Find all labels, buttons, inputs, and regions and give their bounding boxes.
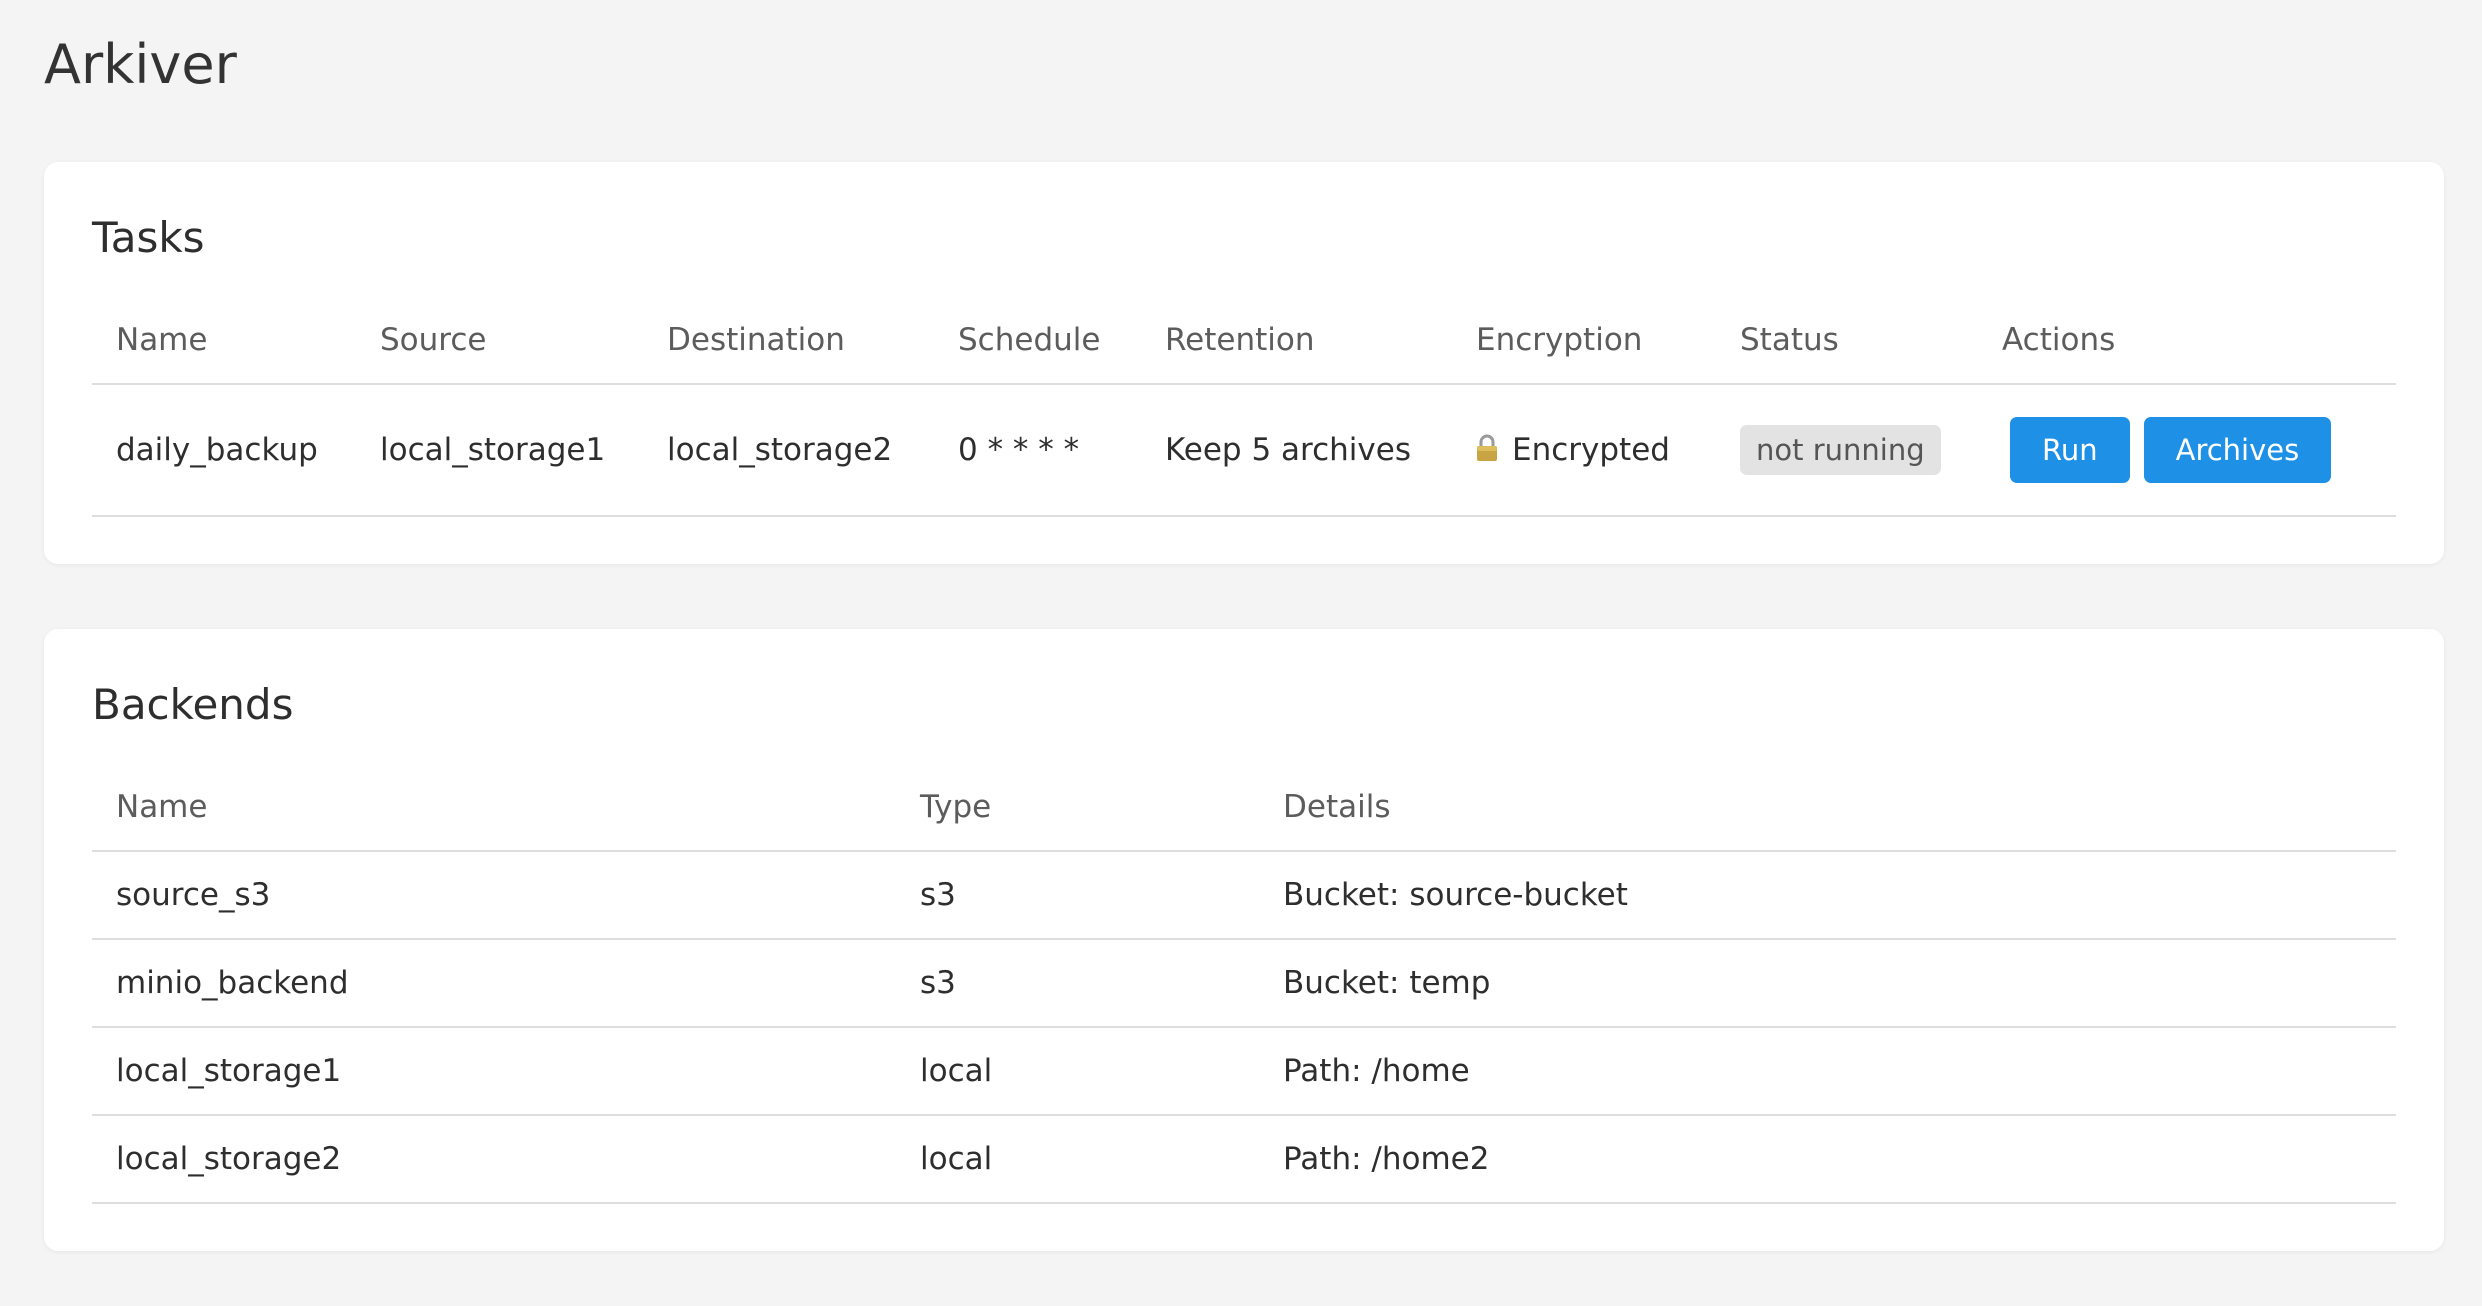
backend-details: Path: /home	[1259, 1027, 2396, 1116]
task-retention: Keep 5 archives	[1141, 384, 1452, 517]
backend-type: s3	[896, 939, 1259, 1028]
table-row: minio_backend s3 Bucket: temp	[92, 939, 2396, 1028]
table-row: daily_backup local_storage1 local_storag…	[92, 384, 2396, 517]
backend-name: minio_backend	[92, 939, 896, 1028]
status-badge: not running	[1740, 425, 1941, 475]
task-actions: Run Archives	[1978, 384, 2396, 517]
column-header-details[interactable]: Details	[1259, 764, 2396, 852]
run-button[interactable]: Run	[2010, 417, 2130, 483]
backend-type: local	[896, 1115, 1259, 1204]
backends-card: Backends Name Type Details source_s3 s3 …	[44, 629, 2444, 1251]
backend-name: source_s3	[92, 851, 896, 940]
backend-details: Bucket: temp	[1259, 939, 2396, 1028]
task-encryption: Encrypted	[1452, 384, 1716, 517]
column-header-retention[interactable]: Retention	[1141, 297, 1452, 385]
column-header-type[interactable]: Type	[896, 764, 1259, 852]
column-header-name[interactable]: Name	[92, 764, 896, 852]
backend-name: local_storage2	[92, 1115, 896, 1204]
column-header-destination[interactable]: Destination	[643, 297, 934, 385]
backend-details: Path: /home2	[1259, 1115, 2396, 1204]
tasks-heading: Tasks	[92, 213, 205, 262]
backends-heading: Backends	[92, 680, 294, 729]
backend-details: Bucket: source-bucket	[1259, 851, 2396, 940]
backends-header-row: Name Type Details	[92, 764, 2396, 852]
table-row: local_storage1 local Path: /home	[92, 1027, 2396, 1116]
task-schedule: 0 * * * *	[934, 384, 1141, 517]
tasks-card: Tasks Name Source Destination Schedule R…	[44, 162, 2444, 564]
task-source: local_storage1	[356, 384, 643, 517]
encryption-label: Encrypted	[1512, 432, 1670, 468]
column-header-status[interactable]: Status	[1716, 297, 1978, 385]
task-name: daily_backup	[92, 384, 356, 517]
backends-table: Name Type Details source_s3 s3 Bucket: s…	[92, 764, 2396, 1204]
table-row: local_storage2 local Path: /home2	[92, 1115, 2396, 1204]
task-destination: local_storage2	[643, 384, 934, 517]
task-status: not running	[1716, 384, 1978, 517]
page-title: Arkiver	[44, 33, 237, 96]
tasks-header-row: Name Source Destination Schedule Retenti…	[92, 297, 2396, 385]
backend-type: s3	[896, 851, 1259, 940]
column-header-source[interactable]: Source	[356, 297, 643, 385]
backend-type: local	[896, 1027, 1259, 1116]
column-header-schedule[interactable]: Schedule	[934, 297, 1141, 385]
tasks-table: Name Source Destination Schedule Retenti…	[92, 297, 2396, 517]
column-header-encryption[interactable]: Encryption	[1452, 297, 1716, 385]
column-header-actions: Actions	[1978, 297, 2396, 385]
table-row: source_s3 s3 Bucket: source-bucket	[92, 851, 2396, 940]
backend-name: local_storage1	[92, 1027, 896, 1116]
lock-icon	[1476, 434, 1498, 462]
archives-button[interactable]: Archives	[2143, 417, 2332, 483]
column-header-name[interactable]: Name	[92, 297, 356, 385]
